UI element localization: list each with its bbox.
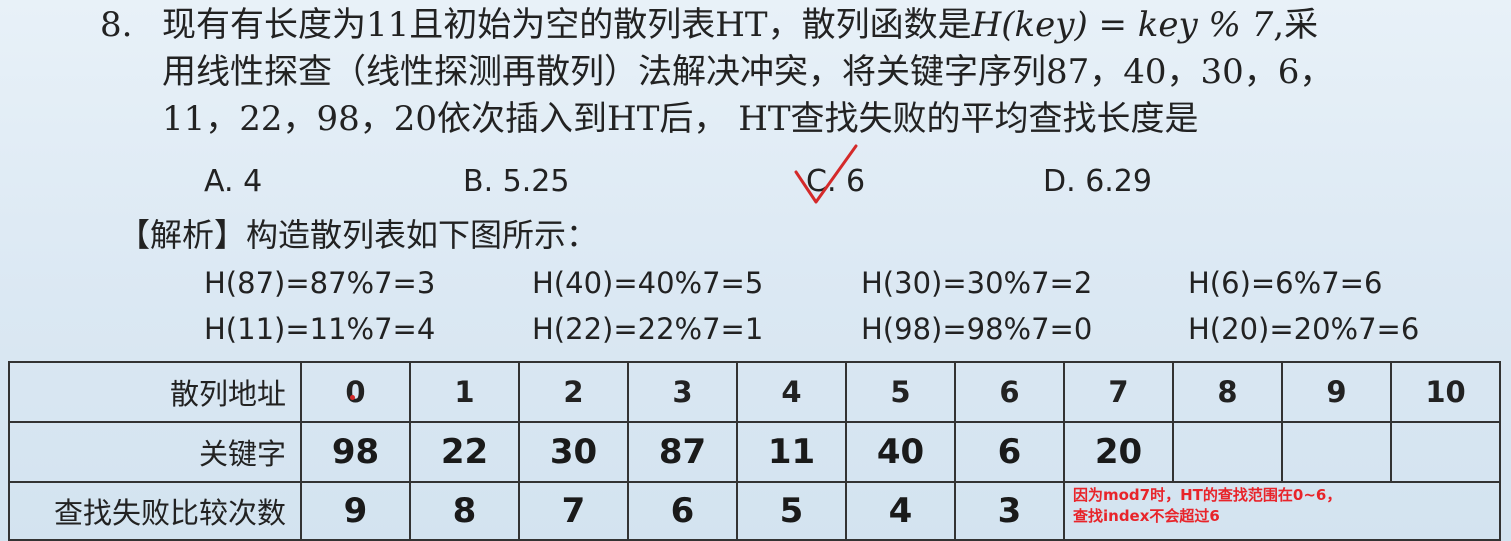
question-text-1: 现有有长度为11且初始为空的散列表HT，散列函数是 <box>162 5 972 45</box>
address-cell: 10 <box>1390 361 1501 423</box>
option-a[interactable]: A. 4 <box>204 164 262 199</box>
address-cell: 3 <box>627 361 738 423</box>
question-text-2: 用线性探查（线性探测再散列）法解决冲突，将关键字序列87，40，30，6， <box>162 52 1334 92</box>
key-cell <box>1172 421 1283 483</box>
key-cell: 40 <box>845 421 956 483</box>
hash-table: 散列地址 0 1 2 3 4 5 6 7 8 9 10 关键字 98 22 30… <box>8 361 1501 541</box>
question: 8. 现有有长度为11且初始为空的散列表HT，散列函数是H(key) = key … <box>100 2 1500 143</box>
key-cell <box>1281 421 1392 483</box>
compare-cell: 7 <box>518 481 629 541</box>
compare-cell: 9 <box>300 481 411 541</box>
note-cell: 因为mod7时，HT的查找范围在0~6， 查找index不会超过6 <box>1063 481 1501 541</box>
question-text-3: 11，22，98，20依次插入到HT后， HT查找失败的平均查找长度是 <box>162 99 1199 139</box>
key-cell: 30 <box>518 421 629 483</box>
check-mark-icon <box>794 144 858 204</box>
key-cell: 87 <box>627 421 738 483</box>
hash-calc: H(98)=98%7=0 <box>861 312 1093 346</box>
key-cell: 6 <box>954 421 1065 483</box>
red-dot-mark <box>350 395 355 400</box>
key-cell <box>1390 421 1501 483</box>
option-a-label: A. <box>204 164 234 199</box>
question-line-1: 8. 现有有长度为11且初始为空的散列表HT，散列函数是H(key) = key … <box>100 2 1500 49</box>
hash-calc: H(11)=11%7=4 <box>204 312 436 346</box>
option-d-label: D. <box>1043 164 1076 199</box>
address-cell: 7 <box>1063 361 1174 423</box>
hash-calc: H(22)=22%7=1 <box>532 312 764 346</box>
option-b[interactable]: B. 5.25 <box>463 164 569 199</box>
address-cell: 4 <box>736 361 847 423</box>
compare-cell: 3 <box>954 481 1065 541</box>
question-line-2: 用线性探查（线性探测再散列）法解决冲突，将关键字序列87，40，30，6， <box>100 49 1500 96</box>
key-cell: 11 <box>736 421 847 483</box>
question-number: 8. <box>100 5 133 45</box>
option-a-value: 4 <box>243 164 263 199</box>
key-cell: 20 <box>1063 421 1174 483</box>
annotation-note: 因为mod7时，HT的查找范围在0~6， 查找index不会超过6 <box>1073 485 1341 527</box>
compare-cell: 8 <box>409 481 520 541</box>
address-row: 散列地址 0 1 2 3 4 5 6 7 8 9 10 <box>8 361 1501 423</box>
hash-calc: H(87)=87%7=3 <box>204 266 436 300</box>
hash-calc: H(30)=30%7=2 <box>861 266 1093 300</box>
option-b-label: B. <box>463 164 494 199</box>
address-cell: 2 <box>518 361 629 423</box>
compare-cell: 4 <box>845 481 956 541</box>
hash-calc: H(6)=6%7=6 <box>1188 266 1383 300</box>
compare-cell: 6 <box>627 481 738 541</box>
hash-calc-row-2: H(11)=11%7=4 H(22)=22%7=1 H(98)=98%7=0 H… <box>0 312 1511 356</box>
address-cell: 0 <box>300 361 411 423</box>
hash-calc-row-1: H(87)=87%7=3 H(40)=40%7=5 H(30)=30%7=2 H… <box>0 266 1511 310</box>
address-cell: 5 <box>845 361 956 423</box>
key-cell: 22 <box>409 421 520 483</box>
note-line-1: 因为mod7时，HT的查找范围在0~6， <box>1073 486 1342 504</box>
row-header-address: 散列地址 <box>8 361 302 423</box>
option-b-value: 5.25 <box>502 164 570 199</box>
compare-cell: 5 <box>736 481 847 541</box>
compare-row: 查找失败比较次数 9 8 7 6 5 4 3 因为mod7时，HT的查找范围在0… <box>8 481 1501 541</box>
row-header-compare: 查找失败比较次数 <box>8 481 302 541</box>
option-d-value: 6.29 <box>1085 164 1152 199</box>
hash-calc: H(40)=40%7=5 <box>532 266 764 300</box>
note-line-2: 查找index不会超过6 <box>1073 507 1220 525</box>
address-cell: 9 <box>1281 361 1392 423</box>
key-row: 关键字 98 22 30 87 11 40 6 20 <box>8 421 1501 483</box>
address-cell: 1 <box>409 361 520 423</box>
answer-options: A. 4 B. 5.25 C. 6 D. 6.29 <box>0 164 1511 208</box>
question-line-3: 11，22，98，20依次插入到HT后， HT查找失败的平均查找长度是 <box>100 96 1500 143</box>
key-cell: 98 <box>300 421 411 483</box>
hash-function-formula: H(key) = key % 7 <box>971 5 1274 45</box>
hash-calc: H(20)=20%7=6 <box>1188 312 1420 346</box>
option-d[interactable]: D. 6.29 <box>1043 164 1152 199</box>
analysis-title: 【解析】构造散列表如下图所示： <box>118 216 599 254</box>
question-text-1-tail: ,采 <box>1273 5 1319 45</box>
row-header-key: 关键字 <box>8 421 302 483</box>
address-cell: 8 <box>1172 361 1283 423</box>
address-cell: 6 <box>954 361 1065 423</box>
